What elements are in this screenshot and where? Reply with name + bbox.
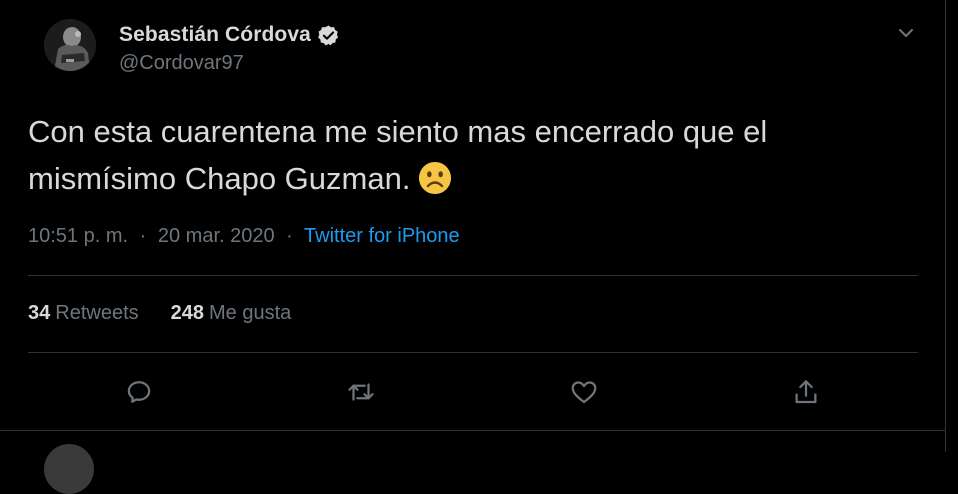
retweet-button[interactable] bbox=[343, 374, 379, 410]
retweet-icon bbox=[348, 383, 374, 401]
tweet-stats: 34 Retweets 248 Me gusta bbox=[28, 302, 323, 325]
tweet-text: Con esta cuarentena me siento mas encerr… bbox=[28, 108, 908, 202]
likes-stat[interactable]: 248 Me gusta bbox=[171, 302, 292, 325]
share-button[interactable] bbox=[788, 374, 824, 410]
tweet-actions bbox=[0, 374, 946, 410]
author-info: Sebastián Córdova @Cordovar97 bbox=[119, 22, 340, 75]
tweet-source-link[interactable]: Twitter for iPhone bbox=[304, 225, 460, 247]
share-icon bbox=[795, 380, 817, 404]
author-display-name[interactable]: Sebastián Córdova bbox=[119, 23, 311, 47]
like-button[interactable] bbox=[566, 374, 602, 410]
avatar[interactable] bbox=[44, 19, 96, 71]
tweet-date[interactable]: 20 mar. 2020 bbox=[158, 225, 275, 247]
divider bbox=[28, 352, 918, 353]
likes-label: Me gusta bbox=[209, 302, 292, 324]
tweet-text-line-2: mismísimo Chapo Guzman. bbox=[28, 161, 411, 196]
likes-count: 248 bbox=[170, 302, 204, 324]
tweet-detail: Sebastián Córdova @Cordovar97 Con esta c… bbox=[0, 0, 946, 494]
separator: · bbox=[139, 225, 147, 247]
divider bbox=[0, 430, 946, 431]
retweets-count: 34 bbox=[28, 302, 51, 324]
separator: · bbox=[286, 225, 293, 247]
reply-button[interactable] bbox=[121, 374, 157, 410]
chevron-down-icon[interactable] bbox=[895, 22, 917, 44]
author-handle[interactable]: @Cordovar97 bbox=[119, 52, 340, 75]
reply-icon bbox=[127, 381, 151, 403]
tweet-time[interactable]: 10:51 p. m. bbox=[28, 225, 128, 247]
retweets-label: Retweets bbox=[55, 302, 139, 324]
tweet-timestamp-row: 10:51 p. m. · 20 mar. 2020 · Twitter for… bbox=[28, 225, 460, 248]
tweet-text-line-1: Con esta cuarentena me siento mas encerr… bbox=[28, 114, 768, 149]
heart-icon bbox=[571, 381, 597, 404]
sad-face-emoji bbox=[419, 161, 452, 195]
retweets-stat[interactable]: 34 Retweets bbox=[28, 302, 139, 325]
divider bbox=[28, 275, 918, 276]
verified-badge-icon bbox=[318, 24, 339, 45]
